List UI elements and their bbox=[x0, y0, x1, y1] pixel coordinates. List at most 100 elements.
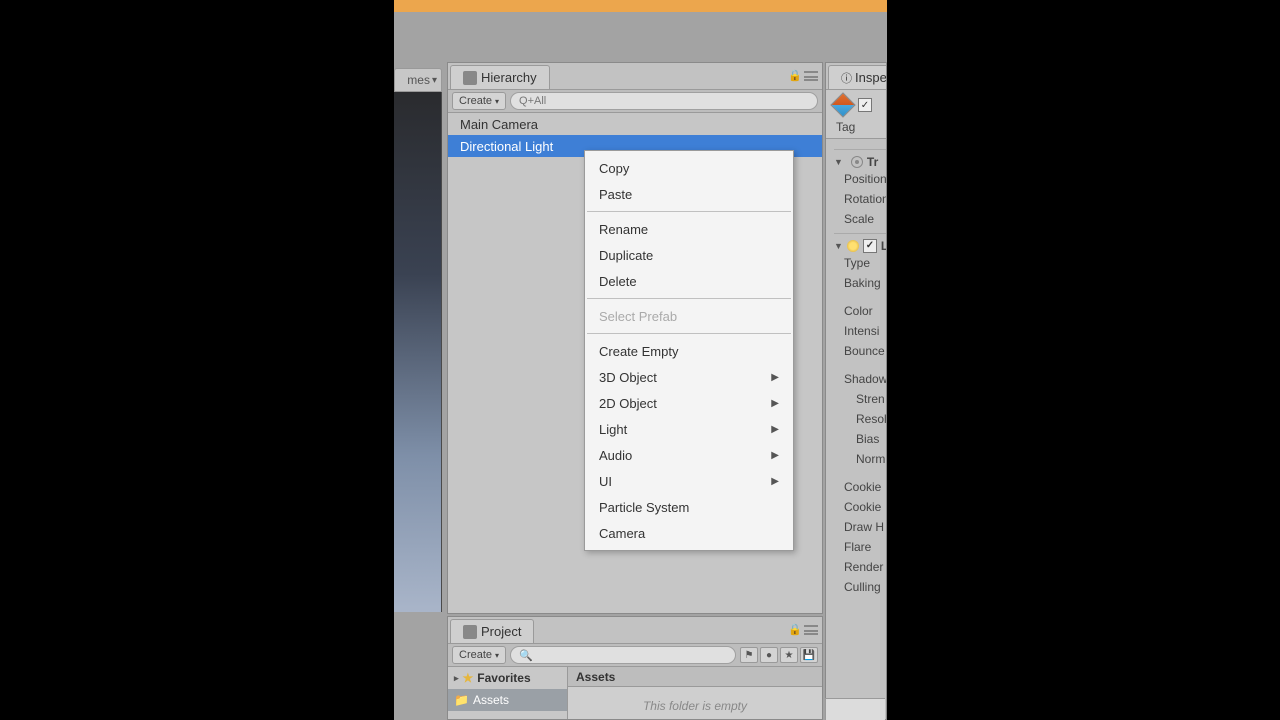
submenu-arrow-icon: ▶ bbox=[771, 476, 779, 487]
submenu-arrow-icon: ▶ bbox=[771, 372, 779, 383]
inspector-header: ✓ Tag bbox=[826, 89, 887, 139]
ctx-rename[interactable]: Rename bbox=[585, 216, 793, 242]
submenu-arrow-icon: ▶ bbox=[771, 398, 779, 409]
prop-cookie: Cookie bbox=[834, 477, 887, 497]
favorites-label: Favorites bbox=[477, 671, 530, 685]
ctx-audio[interactable]: Audio▶ bbox=[585, 442, 793, 468]
save-search-icon[interactable]: 💾 bbox=[800, 647, 818, 663]
inspector-tab[interactable]: ⓘ Inspec bbox=[828, 65, 887, 89]
left-tab-label: mes bbox=[407, 73, 430, 87]
project-tab-label: Project bbox=[481, 624, 521, 639]
project-panel: Project 🔒 Create ▾ 🔍 ⚑ ● ★ 💾 ▸ bbox=[447, 616, 823, 720]
project-icon bbox=[463, 625, 477, 639]
hierarchy-create-button[interactable]: Create ▾ bbox=[452, 92, 506, 110]
light-icon bbox=[847, 240, 859, 252]
search-placeholder: Q+All bbox=[519, 95, 546, 107]
top-orange-bar bbox=[394, 0, 887, 12]
prop-intensity: Intensi bbox=[834, 321, 887, 341]
hierarchy-item-main-camera[interactable]: Main Camera bbox=[448, 113, 822, 135]
star-icon: ★ bbox=[463, 671, 474, 685]
menu-bars-icon bbox=[804, 71, 818, 81]
ctx-separator bbox=[587, 333, 791, 334]
prop-draw-halo: Draw H bbox=[834, 517, 887, 537]
prop-position: Position bbox=[834, 169, 887, 189]
assets-label: Assets bbox=[473, 693, 509, 707]
filter-label-icon[interactable]: ★ bbox=[780, 647, 798, 663]
hierarchy-search-input[interactable]: Q+All bbox=[510, 92, 818, 110]
panel-menu-icon[interactable]: 🔒 bbox=[788, 69, 818, 82]
prop-color: Color bbox=[834, 301, 887, 321]
ctx-separator bbox=[587, 211, 791, 212]
expand-arrow-icon: ▼ bbox=[834, 241, 843, 251]
prop-type: Type bbox=[834, 253, 887, 273]
left-panel-tab[interactable]: mes ▾ bbox=[394, 68, 442, 92]
context-menu: Copy Paste Rename Duplicate Delete Selec… bbox=[584, 150, 794, 551]
dropdown-icon: ▾ bbox=[432, 75, 437, 86]
ctx-3d-object[interactable]: 3D Object▶ bbox=[585, 364, 793, 390]
prop-culling: Culling bbox=[834, 577, 887, 597]
tree-assets[interactable]: 📁 Assets bbox=[448, 689, 567, 711]
ctx-ui[interactable]: UI▶ bbox=[585, 468, 793, 494]
lock-icon: 🔒 bbox=[788, 623, 802, 636]
ctx-delete[interactable]: Delete bbox=[585, 268, 793, 294]
prop-baking: Baking bbox=[834, 273, 887, 293]
light-component-header[interactable]: ▼ ✓ Li bbox=[834, 233, 887, 253]
inspector-tab-label: Inspec bbox=[855, 70, 887, 85]
project-filter-icons: ⚑ ● ★ 💾 bbox=[740, 647, 818, 663]
hierarchy-toolbar: Create ▾ Q+All bbox=[448, 89, 822, 113]
expand-arrow-icon: ▸ bbox=[454, 673, 459, 684]
scene-view-strip[interactable] bbox=[394, 92, 442, 612]
filter-icon[interactable]: ⚑ bbox=[740, 647, 758, 663]
ctx-light[interactable]: Light▶ bbox=[585, 416, 793, 442]
tag-label: Tag bbox=[836, 120, 855, 134]
filter-type-icon[interactable]: ● bbox=[760, 647, 778, 663]
prop-normal: Norm bbox=[834, 449, 887, 469]
ctx-2d-object[interactable]: 2D Object▶ bbox=[585, 390, 793, 416]
ctx-paste[interactable]: Paste bbox=[585, 181, 793, 207]
empty-folder-message: This folder is empty bbox=[568, 687, 822, 720]
inspector-panel: ⓘ Inspec ✓ Tag ▼ Tr Position Rotation Sc… bbox=[825, 62, 887, 720]
ctx-duplicate[interactable]: Duplicate bbox=[585, 242, 793, 268]
project-search-input[interactable]: 🔍 bbox=[510, 646, 736, 664]
hierarchy-item-label: Directional Light bbox=[460, 139, 553, 154]
gear-icon bbox=[851, 156, 863, 168]
editor-crop: mes ▾ Hierarchy 🔒 Create ▾ Q+All Main Ca… bbox=[394, 0, 887, 720]
hierarchy-tab-label: Hierarchy bbox=[481, 70, 537, 85]
info-icon: ⓘ bbox=[841, 70, 852, 86]
ctx-copy[interactable]: Copy bbox=[585, 155, 793, 181]
project-create-button[interactable]: Create ▾ bbox=[452, 646, 506, 664]
hierarchy-item-label: Main Camera bbox=[460, 117, 538, 132]
prop-render: Render bbox=[834, 557, 887, 577]
prop-scale: Scale bbox=[834, 209, 887, 229]
hierarchy-tab[interactable]: Hierarchy bbox=[450, 65, 550, 89]
assets-header-label: Assets bbox=[576, 670, 615, 684]
project-body: ▸ ★ Favorites 📁 Assets Assets This folde… bbox=[448, 667, 822, 719]
ctx-separator bbox=[587, 298, 791, 299]
submenu-arrow-icon: ▶ bbox=[771, 424, 779, 435]
active-checkbox[interactable]: ✓ bbox=[858, 98, 872, 112]
project-tab[interactable]: Project bbox=[450, 619, 534, 643]
prop-resolution: Resol bbox=[834, 409, 887, 429]
inspector-bottom-button[interactable] bbox=[825, 698, 885, 720]
panel-menu-icon[interactable]: 🔒 bbox=[788, 623, 818, 636]
folder-icon: 📁 bbox=[454, 693, 469, 707]
hierarchy-icon bbox=[463, 71, 477, 85]
expand-arrow-icon: ▼ bbox=[834, 157, 843, 167]
create-label: Create bbox=[459, 649, 492, 661]
gameobject-cube-icon[interactable] bbox=[832, 94, 854, 116]
ctx-camera[interactable]: Camera bbox=[585, 520, 793, 546]
prop-cookie-size: Cookie bbox=[834, 497, 887, 517]
prop-shadow: Shadow bbox=[834, 369, 887, 389]
project-content: Assets This folder is empty bbox=[568, 667, 822, 719]
ctx-particle-system[interactable]: Particle System bbox=[585, 494, 793, 520]
dropdown-icon: ▾ bbox=[495, 97, 499, 106]
project-tree: ▸ ★ Favorites 📁 Assets bbox=[448, 667, 568, 719]
submenu-arrow-icon: ▶ bbox=[771, 450, 779, 461]
create-label: Create bbox=[459, 95, 492, 107]
inspector-body: ▼ Tr Position Rotation Scale ▼ ✓ Li Type… bbox=[826, 139, 887, 603]
search-icon: 🔍 bbox=[519, 649, 533, 662]
enabled-checkbox[interactable]: ✓ bbox=[863, 239, 877, 253]
ctx-create-empty[interactable]: Create Empty bbox=[585, 338, 793, 364]
transform-component-header[interactable]: ▼ Tr bbox=[834, 149, 887, 169]
tree-favorites[interactable]: ▸ ★ Favorites bbox=[448, 667, 567, 689]
